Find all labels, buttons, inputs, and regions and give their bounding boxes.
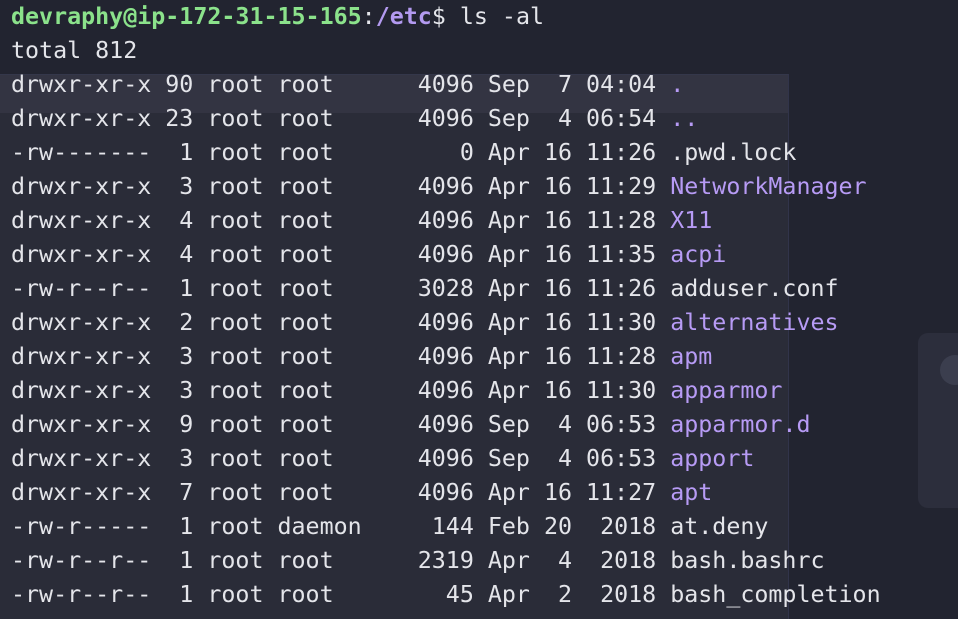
listing-row: drwxr-xr-x 9 root root 4096 Sep 4 06:53 … [11, 408, 958, 442]
directory-name: .. [670, 105, 699, 132]
directory-name: apparmor.d [670, 411, 811, 438]
entry-meta: drwxr-xr-x 2 root root 4096 Apr 16 11:30 [11, 309, 671, 336]
total-line: total 812 [11, 37, 138, 64]
prompt-path: /etc [375, 3, 432, 30]
entry-meta: drwxr-xr-x 3 root root 4096 Apr 16 11:29 [11, 173, 671, 200]
listing-row: drwxr-xr-x 3 root root 4096 Apr 16 11:29… [11, 170, 958, 204]
listing-row: drwxr-xr-x 90 root root 4096 Sep 7 04:04… [11, 68, 958, 102]
file-name: at.deny [670, 513, 769, 540]
entry-meta: drwxr-xr-x 4 root root 4096 Apr 16 11:35 [11, 241, 671, 268]
entry-meta: drwxr-xr-x 7 root root 4096 Apr 16 11:27 [11, 479, 671, 506]
entry-meta: -rw------- 1 root root 0 Apr 16 11:26 [11, 139, 671, 166]
prompt-line: devraphy@ip-172-31-15-165:/etc$ ls -al [11, 0, 958, 34]
directory-name: apport [670, 445, 755, 472]
directory-name: NetworkManager [670, 173, 867, 200]
directory-name: apt [670, 479, 713, 506]
listing-row: drwxr-xr-x 3 root root 4096 Apr 16 11:30… [11, 374, 958, 408]
entry-meta: drwxr-xr-x 4 root root 4096 Apr 16 11:28 [11, 207, 671, 234]
directory-name: apparmor [670, 377, 783, 404]
listing-row: drwxr-xr-x 3 root root 4096 Apr 16 11:28… [11, 340, 958, 374]
listing: drwxr-xr-x 90 root root 4096 Sep 7 04:04… [11, 68, 958, 612]
listing-row: drwxr-xr-x 2 root root 4096 Apr 16 11:30… [11, 306, 958, 340]
entry-meta: drwxr-xr-x 9 root root 4096 Sep 4 06:53 [11, 411, 671, 438]
entry-meta: -rw-r--r-- 1 root root 45 Apr 2 2018 [11, 581, 671, 608]
directory-name: . [670, 71, 685, 98]
prompt-user-host: devraphy@ip-172-31-15-165 [11, 3, 362, 30]
directory-name: X11 [670, 207, 713, 234]
entry-meta: drwxr-xr-x 3 root root 4096 Apr 16 11:28 [11, 343, 671, 370]
listing-row: -rw-r--r-- 1 root root 2319 Apr 4 2018 b… [11, 544, 958, 578]
listing-row: -rw-r--r-- 1 root root 3028 Apr 16 11:26… [11, 272, 958, 306]
file-name: bash.bashrc [670, 547, 825, 574]
file-name: bash_completion [670, 581, 881, 608]
prompt-separator: : [361, 3, 376, 30]
listing-row: -rw-r----- 1 root daemon 144 Feb 20 2018… [11, 510, 958, 544]
entry-meta: drwxr-xr-x 3 root root 4096 Apr 16 11:30 [11, 377, 671, 404]
directory-name: alternatives [670, 309, 839, 336]
listing-row: drwxr-xr-x 4 root root 4096 Apr 16 11:28… [11, 204, 958, 238]
entry-meta: drwxr-xr-x 23 root root 4096 Sep 4 06:54 [11, 105, 671, 132]
listing-row: drwxr-xr-x 7 root root 4096 Apr 16 11:27… [11, 476, 958, 510]
entry-meta: -rw-r--r-- 1 root root 2319 Apr 4 2018 [11, 547, 671, 574]
listing-row: drwxr-xr-x 3 root root 4096 Sep 4 06:53 … [11, 442, 958, 476]
entry-meta: drwxr-xr-x 90 root root 4096 Sep 7 04:04 [11, 71, 671, 98]
prompt-symbol: $ [431, 3, 446, 30]
directory-name: acpi [670, 241, 727, 268]
prompt-command: ls -al [445, 3, 545, 30]
file-name: .pwd.lock [670, 139, 797, 166]
entry-meta: drwxr-xr-x 3 root root 4096 Sep 4 06:53 [11, 445, 671, 472]
listing-row: drwxr-xr-x 4 root root 4096 Apr 16 11:35… [11, 238, 958, 272]
file-name: adduser.conf [670, 275, 839, 302]
listing-row: drwxr-xr-x 23 root root 4096 Sep 4 06:54… [11, 102, 958, 136]
terminal-output[interactable]: devraphy@ip-172-31-15-165:/etc$ ls -al t… [0, 0, 958, 618]
entry-meta: -rw-r--r-- 1 root root 3028 Apr 16 11:26 [11, 275, 671, 302]
listing-row: -rw-r--r-- 1 root root 45 Apr 2 2018 bas… [11, 578, 958, 612]
directory-name: apm [670, 343, 713, 370]
entry-meta: -rw-r----- 1 root daemon 144 Feb 20 2018 [11, 513, 671, 540]
listing-row: -rw------- 1 root root 0 Apr 16 11:26 .p… [11, 136, 958, 170]
